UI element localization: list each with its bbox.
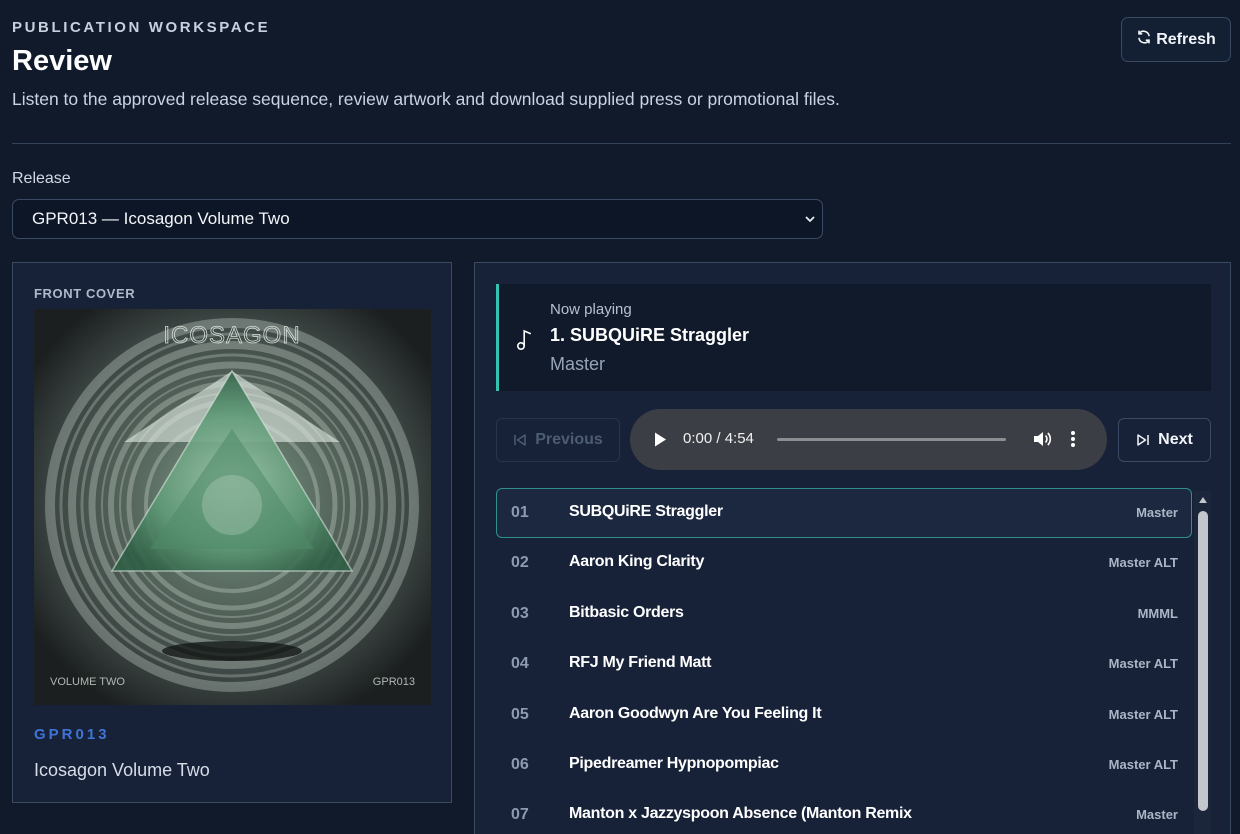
refresh-button[interactable]: Refresh	[1121, 17, 1231, 62]
release-select[interactable]: GPR013 — Icosagon Volume Two	[12, 199, 823, 239]
track-title: Aaron King Clarity	[569, 553, 705, 571]
volume-icon[interactable]	[1032, 430, 1052, 448]
more-options-icon[interactable]	[1070, 429, 1076, 449]
track-title: Manton x Jazzyspoon Absence (Manton Remi…	[569, 805, 912, 823]
audio-player: 0:00 / 4:54	[630, 409, 1107, 470]
track-number: 05	[511, 705, 529, 723]
track-row[interactable]: 07 Manton x Jazzyspoon Absence (Manton R…	[496, 790, 1192, 834]
track-number: 06	[511, 755, 529, 773]
release-name: Icosagon Volume Two	[34, 760, 210, 780]
track-version: Master ALT	[1108, 706, 1178, 722]
next-button[interactable]: Next	[1118, 418, 1211, 462]
previous-button[interactable]: Previous	[496, 418, 620, 462]
track-title: SUBQUiRE Straggler	[569, 503, 723, 520]
track-title: RFJ My Friend Matt	[569, 654, 712, 672]
track-row[interactable]: 05 Aaron Goodwyn Are You Feeling It Mast…	[496, 690, 1192, 740]
track-number: 03	[511, 604, 529, 622]
track-number: 02	[511, 554, 529, 572]
track-row[interactable]: 01 SUBQUiRE Straggler Master	[496, 488, 1192, 539]
refresh-label: Refresh	[1156, 30, 1216, 48]
cover-panel: FRONT COVER ICOSAGON VOLUME TWO GPR013 G…	[12, 262, 452, 803]
track-title: Bitbasic Orders	[569, 603, 684, 621]
cover-section-label: FRONT COVER	[34, 286, 136, 301]
now-playing-version: Master	[550, 354, 606, 374]
track-title: Pipedreamer Hypnopompiac	[569, 754, 779, 772]
page-subtitle: Listen to the approved release sequence,…	[12, 89, 840, 109]
release-code: GPR013	[34, 726, 110, 743]
audio-time: 0:00 / 4:54	[683, 430, 754, 447]
next-label: Next	[1158, 431, 1193, 448]
refresh-icon	[1136, 29, 1152, 50]
cover-artwork[interactable]: ICOSAGON VOLUME TWO GPR013	[34, 309, 431, 705]
music-note-icon	[516, 329, 531, 351]
track-version: Master ALT	[1108, 555, 1178, 571]
track-number: 04	[511, 655, 529, 673]
track-row[interactable]: 04 RFJ My Friend Matt Master ALT	[496, 639, 1192, 689]
now-playing-card: Now playing 1. SUBQUiRE Straggler Master	[496, 284, 1211, 391]
skip-previous-icon	[514, 434, 526, 446]
scroll-up-arrow-icon[interactable]	[1198, 495, 1208, 505]
previous-label: Previous	[535, 431, 603, 448]
cover-art-title: ICOSAGON	[163, 322, 300, 349]
skip-next-icon	[1137, 434, 1149, 446]
track-row[interactable]: 06 Pipedreamer Hypnopompiac Master ALT	[496, 740, 1192, 790]
now-playing-label: Now playing	[550, 301, 632, 318]
track-row[interactable]: 02 Aaron King Clarity Master ALT	[496, 538, 1192, 588]
track-version: Master	[1136, 807, 1178, 823]
workspace-eyebrow: PUBLICATION WORKSPACE	[12, 19, 271, 36]
page-title: Review	[12, 45, 112, 77]
now-playing-title: 1. SUBQUiRE Straggler	[550, 325, 750, 345]
release-selected-value: GPR013 — Icosagon Volume Two	[32, 209, 290, 228]
track-number: 01	[511, 504, 529, 521]
release-label: Release	[12, 170, 71, 187]
track-row[interactable]: 03 Bitbasic Orders MMML	[496, 589, 1192, 639]
track-version: Master ALT	[1108, 756, 1178, 772]
play-icon[interactable]	[652, 431, 668, 448]
track-version: Master ALT	[1108, 656, 1178, 672]
track-version: Master	[1136, 505, 1178, 520]
track-number: 07	[511, 806, 529, 824]
track-list: 01 SUBQUiRE Straggler Master 02 Aaron Ki…	[496, 488, 1192, 834]
cover-art-bottom-left: VOLUME TWO	[50, 676, 125, 688]
track-version: MMML	[1137, 605, 1178, 621]
track-title: Aaron Goodwyn Are You Feeling It	[569, 704, 822, 722]
cover-art-bottom-right: GPR013	[373, 676, 415, 688]
player-panel: Now playing 1. SUBQUiRE Straggler Master…	[474, 262, 1231, 834]
header-divider	[12, 143, 1231, 144]
scrollbar-thumb[interactable]	[1198, 511, 1208, 811]
track-list-scrollbar[interactable]	[1194, 491, 1211, 834]
audio-seek-bar[interactable]	[777, 438, 1006, 441]
chevron-down-icon	[805, 216, 815, 222]
